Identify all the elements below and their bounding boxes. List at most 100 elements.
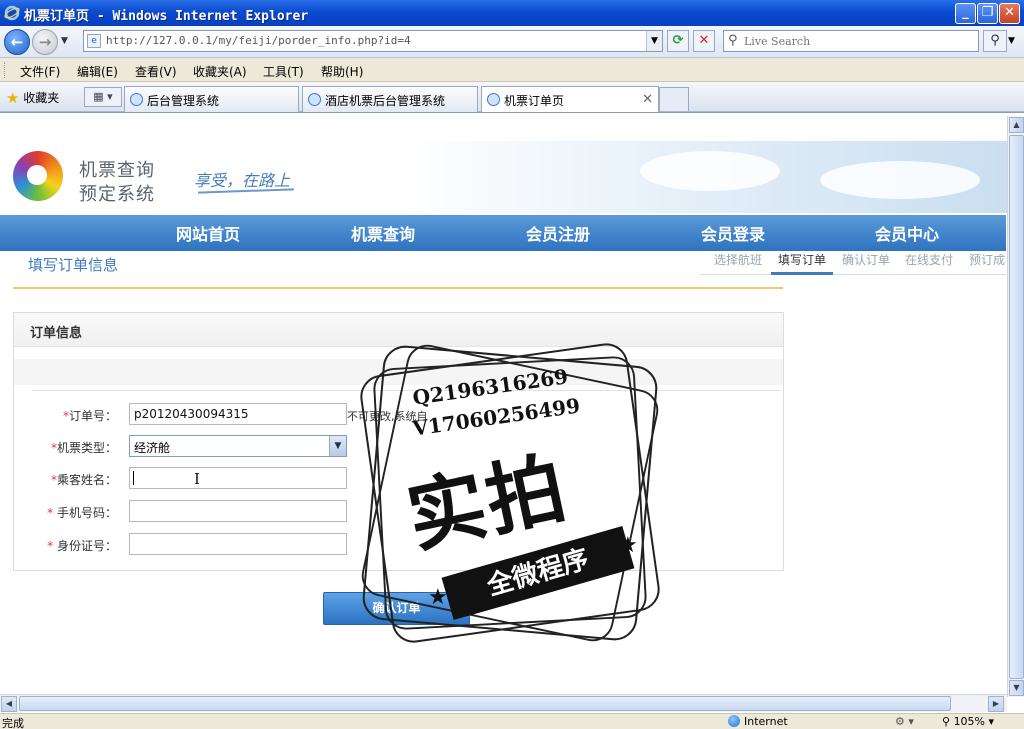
cloud-decoration (820, 161, 980, 199)
panel-title: 订单信息 (30, 326, 83, 341)
nav-flight-search[interactable]: 机票查询 (351, 221, 415, 245)
nav-member-center[interactable]: 会员中心 (875, 221, 939, 245)
new-tab-button[interactable] (659, 87, 689, 111)
zoom-control[interactable]: ⚲ 105% ▾ (942, 715, 994, 728)
tab-admin[interactable]: 后台管理系统 (124, 86, 299, 112)
scroll-right-icon[interactable]: ▶ (988, 696, 1004, 712)
back-arrow-icon: ← (10, 33, 24, 51)
tab-hotel-admin[interactable]: 酒店机票后台管理系统 (302, 86, 478, 112)
passenger-name-field[interactable] (129, 467, 347, 489)
close-tab-icon[interactable]: ✕ (642, 92, 653, 107)
star-icon: ★ (6, 89, 20, 107)
ticket-type-label: *机票类型： (50, 441, 117, 455)
history-dropdown-icon[interactable]: ▼ (61, 36, 68, 46)
phone-row: * 手机号码： (14, 500, 783, 524)
zoom-level: 105% (953, 715, 986, 728)
vertical-scrollbar[interactable]: ▲ ▼ (1007, 116, 1024, 697)
minimize-button[interactable]: _ (955, 3, 976, 24)
scroll-up-icon[interactable]: ▲ (1009, 117, 1024, 133)
tab-page-icon (308, 93, 321, 106)
menu-edit[interactable]: 编辑(E) (77, 63, 118, 80)
order-no-row: *订单号： 不可更改,系统自 (14, 403, 783, 427)
globe-icon (728, 715, 740, 727)
step-booking-success: 预订成 (969, 253, 1006, 267)
id-card-row: * 身份证号： (14, 533, 783, 557)
phone-field[interactable] (129, 500, 347, 522)
search-input[interactable] (744, 33, 972, 49)
scroll-down-icon[interactable]: ▼ (1009, 680, 1024, 696)
nav-register[interactable]: 会员注册 (526, 221, 590, 245)
step-fill-order: 填写订单 (778, 253, 827, 267)
menu-help[interactable]: 帮助(H) (321, 63, 363, 80)
horizontal-scrollbar[interactable]: ◀ ▶ (0, 694, 1007, 712)
tab-page-icon (487, 93, 500, 106)
quick-tabs-button[interactable]: ▦ ▾ (84, 87, 122, 107)
vertical-scroll-thumb[interactable] (1009, 135, 1024, 679)
back-button[interactable]: ← (4, 29, 30, 55)
main-nav: 网站首页 机票查询 会员注册 会员登录 会员中心 (0, 215, 1006, 251)
passenger-name-row: *乘客姓名： I (14, 467, 783, 491)
site-logo[interactable] (13, 151, 63, 201)
window-title: 机票订单页 - Windows Internet Explorer (24, 9, 309, 24)
ie-icon (4, 5, 20, 21)
menu-view[interactable]: 查看(V) (135, 63, 177, 80)
nav-home[interactable]: 网站首页 (176, 221, 240, 245)
order-steps: 选择航班 填写订单 确认订单 在线支付 预订成 (710, 249, 1006, 275)
search-go-button[interactable]: ⚲ (983, 30, 1007, 52)
horizontal-scroll-thumb[interactable] (19, 696, 951, 711)
ticket-type-value: 经济舱 (134, 441, 171, 455)
tab-label: 后台管理系统 (147, 94, 220, 108)
order-no-label: *订单号： (62, 409, 117, 423)
tab-order-page[interactable]: 机票订单页 ✕ (481, 86, 659, 112)
menu-file[interactable]: 文件(F) (20, 63, 60, 80)
forward-button[interactable]: → (32, 29, 58, 55)
ticket-type-row: *机票类型： 经济舱 ▼ (14, 435, 783, 459)
id-card-label: * 身份证号： (47, 539, 117, 553)
ticket-type-select[interactable]: 经济舱 ▼ (129, 435, 347, 457)
favorites-label: 收藏夹 (23, 91, 60, 105)
favorites-button[interactable]: ★ 收藏夹 (6, 88, 60, 107)
nav-login[interactable]: 会员登录 (701, 221, 765, 245)
close-window-button[interactable]: ✕ (999, 3, 1020, 24)
menu-tools[interactable]: 工具(T) (263, 63, 304, 80)
order-info-panel: 订单信息 *订单号： 不可更改,系统自 *机票类型： 经济舱 ▼ *乘客姓名： … (13, 312, 784, 571)
window-titlebar: 机票订单页 - Windows Internet Explorer _ ❐ ✕ (0, 0, 1024, 26)
search-options-icon[interactable]: ▼ (1008, 36, 1015, 46)
tab-label: 机票订单页 (504, 94, 565, 108)
menu-favorites[interactable]: 收藏夹(A) (193, 63, 247, 80)
address-dropdown-icon[interactable]: ▼ (646, 31, 662, 51)
confirm-order-button[interactable]: 确认订单 (323, 592, 470, 625)
id-card-field[interactable] (129, 533, 347, 555)
address-toolbar: ← → ▼ e http://127.0.0.1/my/feiji/porder… (0, 26, 1024, 58)
heading-divider (13, 287, 783, 289)
toolbar-grip (4, 62, 7, 78)
site-slogan: 享受，在路上 (194, 171, 291, 190)
chevron-down-icon[interactable]: ▼ (329, 436, 346, 456)
page-viewport: 机票查询 预定系统 享受，在路上 网站首页 机票查询 会员注册 会员登录 会员中… (0, 112, 1024, 713)
scroll-left-icon[interactable]: ◀ (1, 696, 17, 712)
address-bar[interactable]: e http://127.0.0.1/my/feiji/porder_info.… (83, 30, 663, 52)
protected-mode-icon[interactable]: ⚙ ▾ (895, 715, 914, 728)
tab-page-icon (130, 93, 143, 106)
restore-button[interactable]: ❐ (977, 3, 998, 24)
panel-header: 订单信息 (14, 313, 783, 347)
search-box[interactable]: ⚲ (723, 30, 979, 52)
refresh-button[interactable]: ⟳ (667, 30, 689, 52)
search-icon: ⚲ (728, 33, 738, 48)
tab-label: 酒店机票后台管理系统 (325, 94, 446, 108)
step-confirm-order: 确认订单 (842, 253, 891, 267)
page-title: 填写订单信息 (28, 256, 119, 274)
page-icon: e (87, 34, 101, 48)
order-no-field[interactable] (129, 403, 347, 425)
current-step-indicator (771, 272, 833, 275)
stop-button[interactable]: ✕ (693, 30, 715, 52)
forward-arrow-icon: → (38, 33, 52, 51)
phone-label: * 手机号码： (47, 506, 117, 520)
ibeam-cursor-icon: I (194, 470, 200, 488)
cloud-decoration (640, 151, 780, 191)
logo-text-line2: 预定系统 (79, 184, 155, 205)
address-url[interactable]: http://127.0.0.1/my/feiji/porder_info.ph… (106, 34, 411, 47)
security-zone[interactable]: Internet (728, 715, 788, 728)
passenger-name-label: *乘客姓名： (50, 473, 117, 487)
tab-bar: ★ 收藏夹 ▦ ▾ 后台管理系统 酒店机票后台管理系统 机票订单页 ✕ (0, 82, 1024, 112)
